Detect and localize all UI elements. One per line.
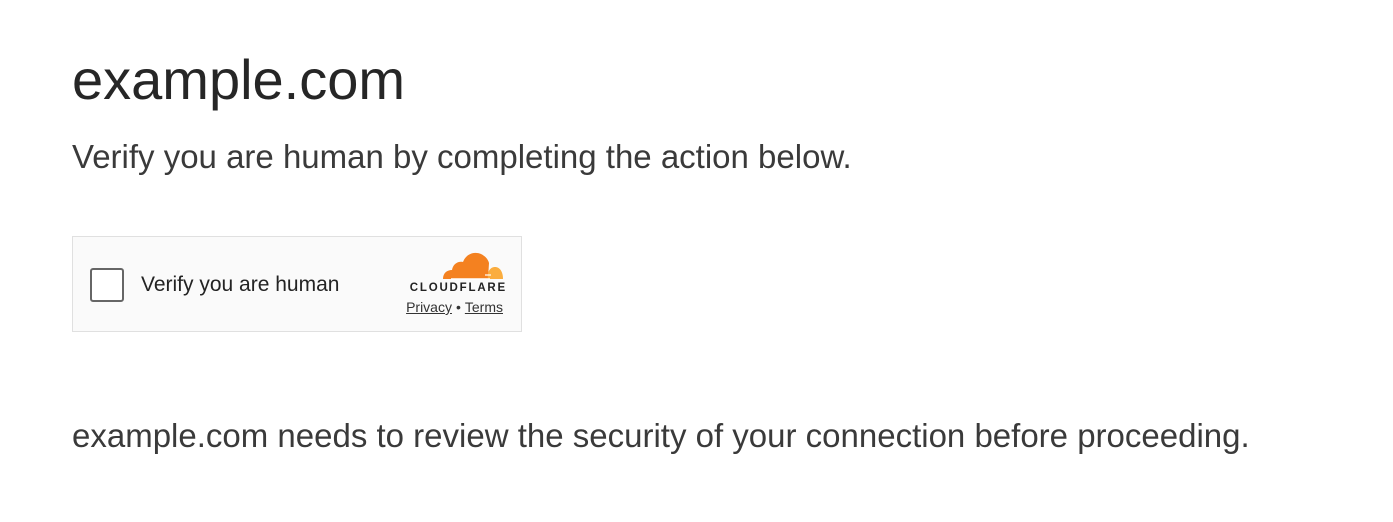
page-title: example.com bbox=[72, 48, 406, 111]
verify-checkbox[interactable] bbox=[90, 268, 124, 302]
brand-links: Privacy • Terms bbox=[406, 298, 503, 316]
verify-checkbox-label[interactable]: Verify you are human bbox=[141, 272, 339, 298]
page-subtitle: Verify you are human by completing the a… bbox=[72, 138, 852, 175]
cloudflare-logo-icon bbox=[443, 252, 503, 280]
link-separator: • bbox=[455, 299, 461, 315]
cloudflare-branding: CLOUDFLARE Privacy • Terms bbox=[387, 251, 507, 321]
turnstile-widget: Verify you are human CLOUDFLARE Privacy •… bbox=[72, 236, 522, 332]
terms-link[interactable]: Terms bbox=[465, 299, 503, 315]
security-review-message: example.com needs to review the security… bbox=[72, 417, 1250, 454]
privacy-link[interactable]: Privacy bbox=[406, 299, 452, 315]
cloudflare-wordmark: CLOUDFLARE bbox=[409, 282, 507, 294]
